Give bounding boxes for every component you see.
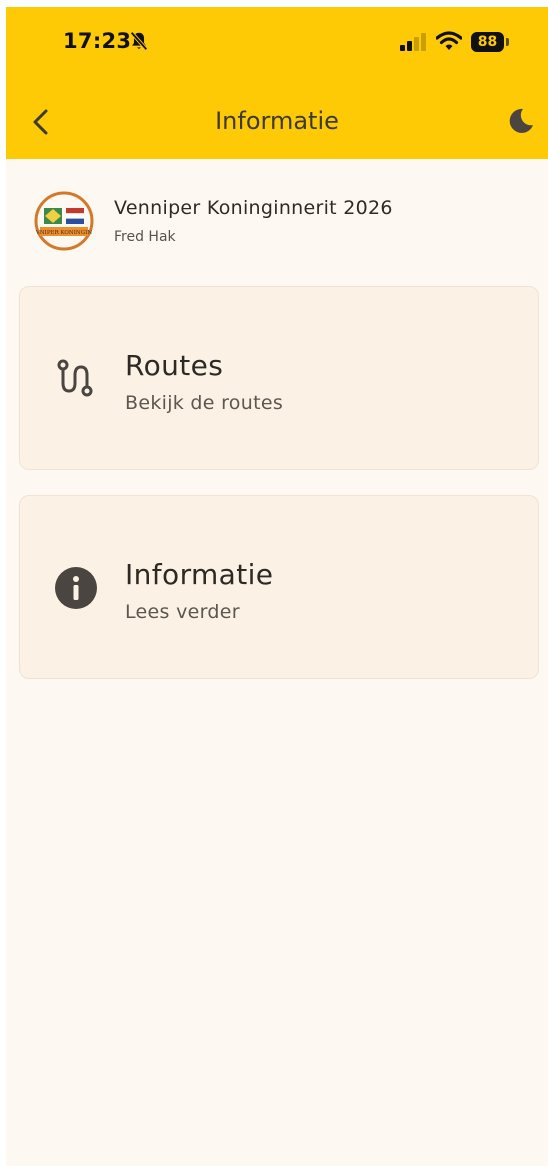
event-logo: VNIPER KONINGIN: [34, 191, 94, 251]
app-screen: 17:23 88 Informatie VNIPER KONINGIN Venn…: [6, 7, 548, 1166]
svg-text:VNIPER KONINGIN: VNIPER KONINGIN: [35, 230, 92, 236]
card-subtitle-routes: Bekijk de routes: [125, 392, 284, 414]
information-card[interactable]: Informatie Lees verder: [19, 495, 539, 679]
wifi-icon: [436, 31, 462, 50]
battery-level: 88: [471, 32, 504, 52]
page-title: Informatie: [215, 107, 339, 135]
card-subtitle-information: Lees verder: [125, 601, 240, 623]
cellular-signal-icon: [400, 33, 426, 51]
route-icon: [57, 359, 93, 397]
event-title: Venniper Koninginnerit 2026: [114, 197, 393, 219]
moon-icon[interactable]: [507, 107, 535, 135]
event-header: VNIPER KONINGIN Venniper Koninginnerit 2…: [34, 191, 534, 253]
bell-slash-icon: [130, 31, 148, 51]
card-title-information: Informatie: [125, 558, 274, 591]
routes-card[interactable]: Routes Bekijk de routes: [19, 286, 539, 470]
event-author: Fred Hak: [114, 229, 176, 245]
card-title-routes: Routes: [125, 349, 224, 382]
app-bar: 17:23 88 Informatie: [6, 7, 548, 159]
battery-icon: 88: [471, 32, 509, 52]
status-time: 17:23: [63, 29, 132, 53]
info-icon: [55, 567, 97, 609]
